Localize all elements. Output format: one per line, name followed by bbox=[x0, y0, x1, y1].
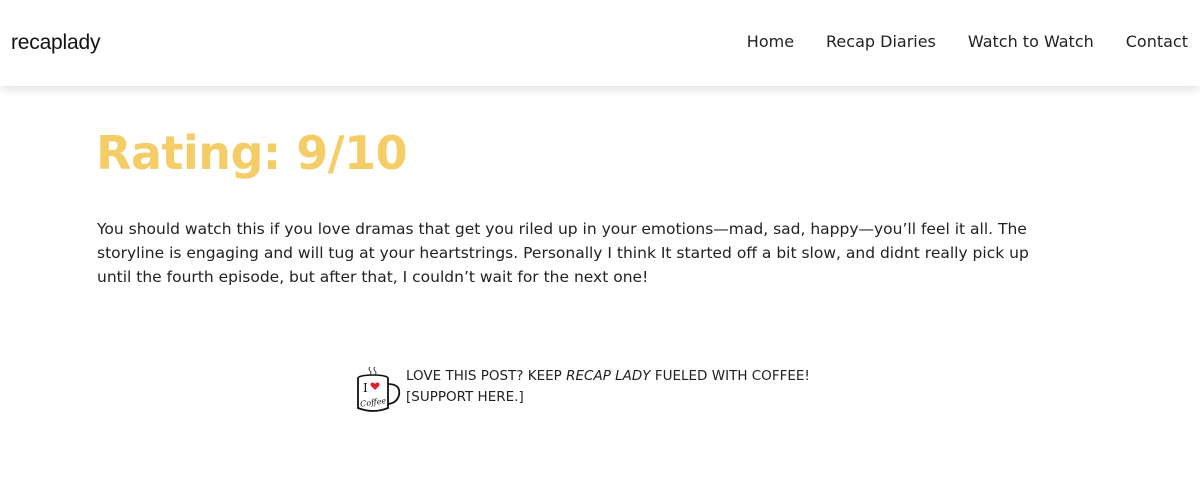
main-nav: Home Recap Diaries Watch to Watch Contac… bbox=[747, 32, 1188, 51]
support-text: LOVE THIS POST? KEEP RECAP LADY FUELED W… bbox=[406, 366, 810, 408]
coffee-mug-icon: I Coffee bbox=[357, 366, 401, 412]
nav-item-recap-diaries[interactable]: Recap Diaries bbox=[826, 32, 936, 51]
support-brand: RECAP LADY bbox=[566, 368, 651, 384]
nav-item-contact[interactable]: Contact bbox=[1126, 32, 1188, 51]
support-banner: I Coffee LOVE THIS POST? KEEP RECAP LADY… bbox=[354, 364, 810, 416]
nav-item-home[interactable]: Home bbox=[747, 32, 794, 51]
nav-item-watch-to-watch[interactable]: Watch to Watch bbox=[968, 32, 1094, 51]
support-prefix: LOVE THIS POST? KEEP bbox=[406, 368, 562, 384]
rating-heading: Rating: 9/10 bbox=[96, 126, 408, 180]
support-suffix: FUELED WITH COFFEE! bbox=[654, 368, 810, 384]
mug-text-i: I bbox=[363, 381, 368, 395]
support-line: LOVE THIS POST? KEEP RECAP LADY FUELED W… bbox=[406, 366, 810, 387]
site-logo[interactable]: recaplady bbox=[11, 31, 100, 55]
review-paragraph: You should watch this if you love dramas… bbox=[97, 220, 1029, 286]
site-header: recaplady Home Recap Diaries Watch to Wa… bbox=[0, 0, 1200, 86]
support-link[interactable]: [SUPPORT HERE.] bbox=[406, 389, 524, 405]
